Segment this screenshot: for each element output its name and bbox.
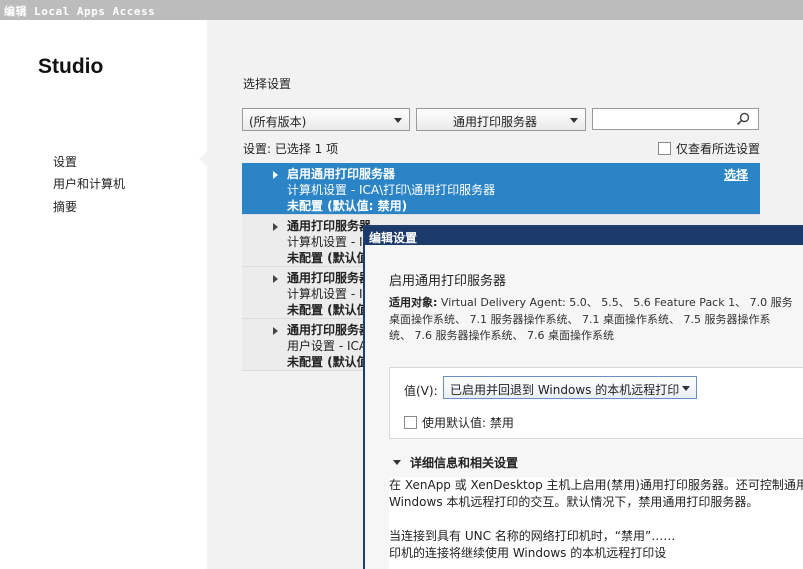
applies-to-label: 适用对象: xyxy=(389,296,438,309)
expand-arrow-icon[interactable] xyxy=(273,275,278,283)
setting-path: 计算机设置 - ICA\打印\通用打印服务器 xyxy=(287,183,496,197)
expand-arrow-icon[interactable] xyxy=(273,171,278,179)
applies-to-line: 桌面操作系统、 7.1 服务器操作系统、 7.1 桌面操作系统、 7.5 服务器… xyxy=(389,312,771,326)
sidebar-item-users-computers[interactable]: 用户和计算机 xyxy=(53,175,125,192)
settings-selected-count: 设置: 已选择 1 项 xyxy=(243,142,339,156)
use-default-label: 使用默认值: 禁用 xyxy=(422,416,514,430)
use-default-checkbox[interactable] xyxy=(404,416,417,429)
app-name: Studio xyxy=(38,55,104,78)
section-title: 选择设置 xyxy=(243,77,292,91)
chevron-down-icon xyxy=(394,118,402,123)
details-header-label: 详细信息和相关设置 xyxy=(410,456,519,470)
value-dropdown-selected: 已启用并回退到 Windows 的本机远程打印 xyxy=(450,383,680,397)
show-selected-label: 仅查看所选设置 xyxy=(676,142,761,156)
version-filter-value: (所有版本) xyxy=(249,115,307,129)
applies-to-line: Virtual Delivery Agent: 5.0、 5.5、 5.6 Fe… xyxy=(440,296,793,309)
left-navigation-panel xyxy=(0,20,207,569)
version-filter-dropdown[interactable]: (所有版本) xyxy=(242,108,410,131)
value-label: 值(V): xyxy=(404,384,438,398)
applies-to-line: 统、 7.6 服务器操作系统、 7.6 桌面操作系统 xyxy=(389,329,614,342)
setting-name: 启用通用打印服务器 xyxy=(287,167,396,181)
sidebar-item-settings[interactable]: 设置 xyxy=(53,153,77,170)
details-line: 印机的连接将继续使用 Windows 的本机远程打印设 xyxy=(389,546,667,560)
show-selected-checkbox[interactable] xyxy=(658,142,671,155)
details-text: 在 XenApp 或 XenDesktop 主机上启用(禁用)通用打印服务器。还… xyxy=(389,477,803,569)
value-dropdown[interactable]: 已启用并回退到 Windows 的本机远程打印 xyxy=(443,376,697,399)
details-line: Windows 本机远程打印的交互。默认情况下，禁用通用打印服务器。 xyxy=(389,495,759,509)
current-step-pointer-icon xyxy=(199,152,207,166)
use-default-toggle[interactable]: 使用默认值: 禁用 xyxy=(404,414,514,431)
select-link[interactable]: 选择 xyxy=(724,166,748,183)
list-item[interactable]: 启用通用打印服务器 计算机设置 - ICA\打印\通用打印服务器 未配置 (默认… xyxy=(242,163,760,215)
chevron-down-icon xyxy=(393,460,401,465)
details-line: 在 XenApp 或 XenDesktop 主机上启用(禁用)通用打印服务器。还… xyxy=(389,478,803,492)
setting-state: 未配置 (默认值: 禁用) xyxy=(287,199,408,213)
expand-arrow-icon[interactable] xyxy=(273,327,278,335)
category-filter-value: 通用打印服务器 xyxy=(452,115,537,129)
details-expander[interactable]: 详细信息和相关设置 xyxy=(393,454,518,471)
category-filter-dropdown[interactable]: 通用打印服务器 xyxy=(416,108,586,131)
chevron-down-icon xyxy=(570,118,578,123)
sidebar-item-summary[interactable]: 摘要 xyxy=(53,198,77,215)
dialog-title[interactable]: 编辑设置 xyxy=(365,227,803,245)
search-icon[interactable] xyxy=(736,112,750,126)
edit-setting-dialog: 编辑设置 启用通用打印服务器 适用对象: Virtual Delivery Ag… xyxy=(363,225,803,569)
expand-arrow-icon[interactable] xyxy=(273,223,278,231)
show-selected-only-toggle[interactable]: 仅查看所选设置 xyxy=(658,140,760,157)
details-line: 当连接到具有 UNC 名称的网络打印机时，“禁用”…… xyxy=(389,529,676,543)
chevron-down-icon xyxy=(682,386,690,391)
search-input[interactable] xyxy=(592,108,759,130)
setting-heading: 启用通用打印服务器 xyxy=(389,274,507,289)
value-panel: 值(V): 已启用并回退到 Windows 的本机远程打印 使用默认值: 禁用 xyxy=(389,367,803,439)
applies-to-text: 适用对象: Virtual Delivery Agent: 5.0、 5.5、 … xyxy=(389,295,803,345)
window-titlebar: 编辑 Local Apps Access xyxy=(0,0,803,20)
